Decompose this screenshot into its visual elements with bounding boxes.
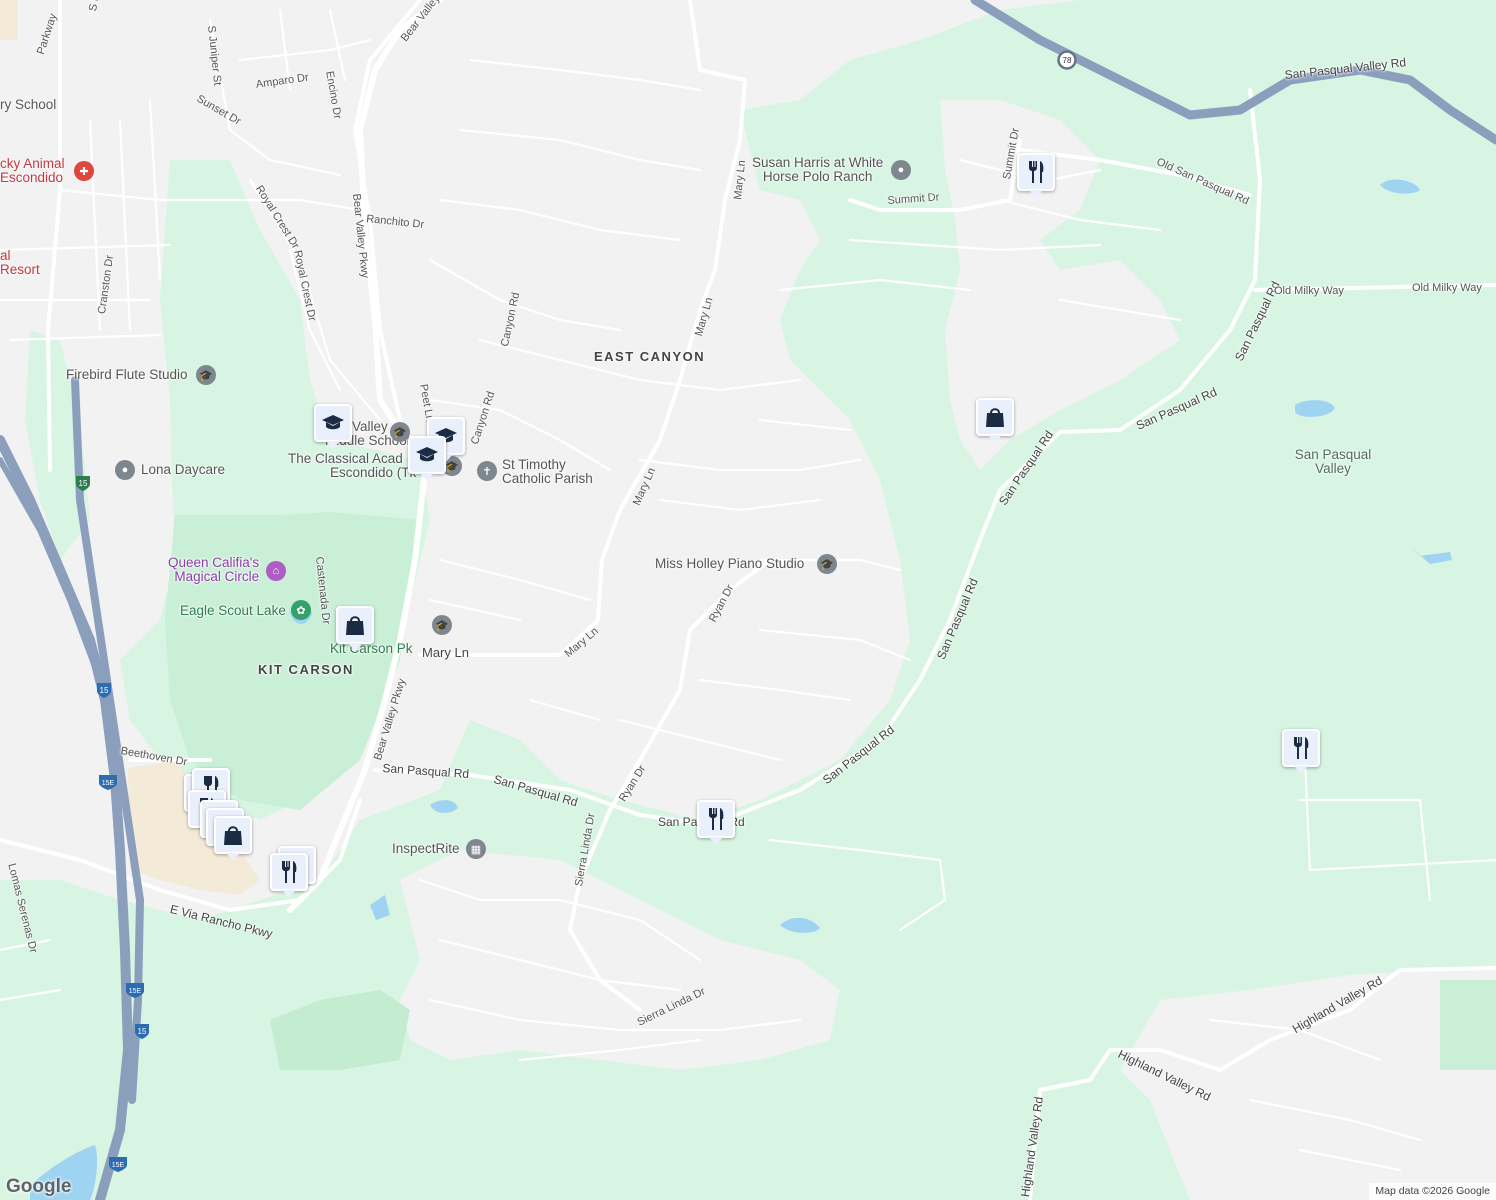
shopping-marker[interactable] — [214, 816, 252, 861]
interstate-15e-shield-icon: 15E — [97, 773, 117, 791]
school-pin-icon[interactable]: 🎓 — [390, 422, 410, 442]
poi-label[interactable]: Eagle Scout Lake — [180, 604, 286, 618]
place-label-kit-carson: KIT CARSON — [258, 662, 354, 677]
route-78-shield-icon: 78 — [1058, 51, 1076, 69]
road-label: Mary Ln — [422, 645, 469, 660]
restaurant-icon — [1029, 161, 1044, 183]
interstate-15e-shield-icon: 15E — [124, 981, 144, 999]
svg-text:15E: 15E — [112, 1162, 125, 1169]
poi-label[interactable]: Lona Daycare — [141, 463, 225, 477]
restaurant-marker[interactable] — [270, 853, 308, 898]
school-marker[interactable] — [408, 436, 446, 481]
poi-label[interactable]: al Resort — [0, 249, 40, 277]
restaurant-icon — [709, 808, 724, 830]
poi-label[interactable]: Susan Harris at White Horse Polo Ranch — [752, 156, 883, 184]
road-label: Old Milky Way — [1412, 282, 1482, 294]
shopping-marker[interactable] — [336, 606, 374, 651]
google-logo: Google — [6, 1176, 72, 1197]
svg-text:78: 78 — [1063, 56, 1072, 65]
business-pin-icon[interactable]: ▦ — [466, 839, 486, 859]
road-label: Mary Ln — [422, 646, 469, 660]
commercial-area — [0, 0, 18, 40]
svg-text:15: 15 — [100, 686, 109, 695]
shopping-marker[interactable] — [976, 398, 1014, 443]
restaurant-icon — [282, 861, 297, 883]
road-label: Old Milky Way — [1274, 285, 1344, 297]
poi-label[interactable]: Kit Carson Pk — [330, 642, 413, 656]
svg-text:15: 15 — [138, 1027, 147, 1036]
hospital-pin-icon[interactable]: ✚ — [74, 161, 94, 181]
shopping-bag-icon — [986, 408, 1004, 427]
school-marker[interactable] — [314, 404, 352, 449]
interstate-15-shield-icon: 15 — [95, 681, 113, 699]
museum-pin-icon[interactable]: ⌂ — [266, 561, 286, 581]
map-canvas[interactable]: 78 15 15 15E 15E 15 15E EAST CANYON KIT … — [0, 0, 1496, 1200]
interstate-15-shield-icon: 15 — [74, 474, 92, 492]
restaurant-icon — [1294, 737, 1309, 759]
restaurant-marker[interactable] — [1282, 729, 1320, 774]
park-pin-icon[interactable]: ✿ — [291, 600, 311, 620]
place-pin-icon[interactable]: ● — [115, 460, 135, 480]
map-base-layer — [0, 0, 1496, 1200]
school-pin-icon[interactable]: 🎓 — [432, 615, 452, 635]
svg-text:15: 15 — [79, 479, 88, 488]
school-pin-icon[interactable]: 🎓 — [817, 554, 837, 574]
poi-label[interactable]: Firebird Flute Studio — [66, 368, 188, 382]
poi-label[interactable]: InspectRite — [392, 842, 460, 856]
poi-label[interactable]: Miss Holley Piano Studio — [655, 557, 804, 571]
place-label-east-canyon: EAST CANYON — [594, 349, 706, 364]
restaurant-marker[interactable] — [1017, 153, 1055, 198]
school-icon — [322, 415, 344, 430]
restaurant-marker[interactable] — [697, 800, 735, 845]
place-pin-icon[interactable]: ● — [891, 160, 911, 180]
svg-text:15E: 15E — [129, 988, 142, 995]
place-label-san-pasqual-valley: San Pasqual Valley — [1294, 447, 1372, 476]
poi-label[interactable]: cky Animal Escondido — [0, 157, 65, 185]
park-area — [1440, 980, 1496, 1070]
school-icon — [416, 447, 438, 462]
map-attribution[interactable]: Map data ©2026 Google — [1369, 1183, 1496, 1200]
poi-label[interactable]: Queen Califia's Magical Circle — [168, 556, 259, 584]
church-pin-icon[interactable]: ✝ — [477, 461, 497, 481]
poi-label[interactable]: St Timothy Catholic Parish — [502, 458, 593, 486]
poi-label[interactable]: The Classical Acad — [288, 452, 403, 466]
svg-text:15E: 15E — [102, 780, 115, 787]
interstate-15e-shield-icon: 15E — [107, 1155, 127, 1173]
school-pin-icon[interactable]: 🎓 — [196, 365, 216, 385]
shopping-bag-icon — [346, 616, 364, 635]
interstate-15-shield-icon: 15 — [133, 1022, 151, 1040]
poi-label[interactable]: Escondido (Tk — [330, 466, 416, 480]
poi-label[interactable]: Valley — [352, 420, 388, 434]
poi-label[interactable]: ry School — [0, 98, 56, 112]
shopping-bag-icon — [224, 826, 242, 845]
